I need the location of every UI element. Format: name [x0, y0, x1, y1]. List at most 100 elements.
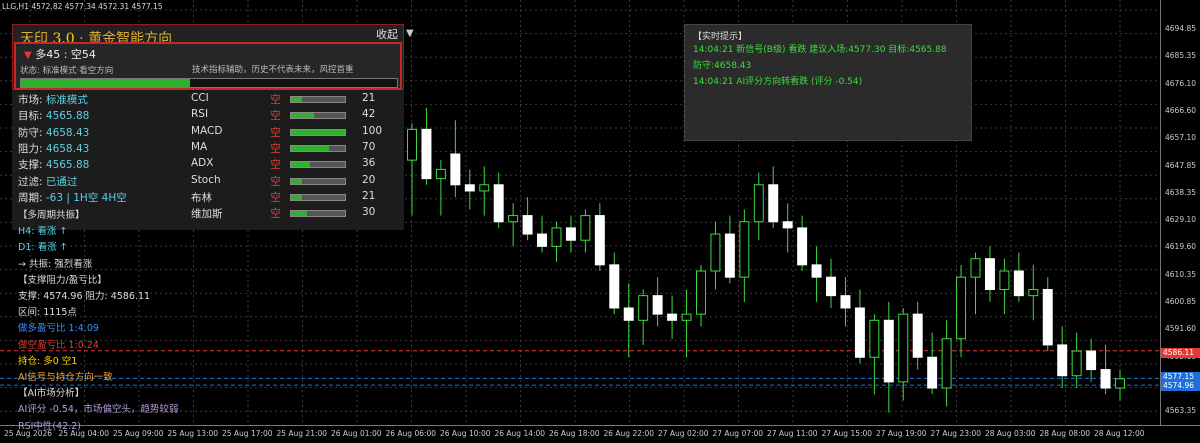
time-axis-label: 27 Aug 11:00: [767, 429, 818, 438]
candle-body: [1042, 288, 1053, 346]
time-axis[interactable]: 25 Aug 2026 25 Aug 04:00 25 Aug 09:00 25 Au…: [0, 425, 1200, 443]
indicator-bar: [290, 177, 346, 185]
time-axis-label: 26 Aug 06:00: [385, 429, 437, 438]
data-row-value: -63 | 1H空 4H空: [45, 191, 127, 204]
candle-body: [1071, 350, 1082, 377]
data-row: 市场: 标准模式: [18, 92, 88, 108]
indicator-value: 42: [362, 108, 376, 121]
indicator-bar: [290, 128, 346, 136]
candle-body: [537, 233, 548, 247]
data-row-label: 周期:: [18, 191, 46, 204]
indicator-name: ADX: [191, 157, 214, 170]
candle-body: [984, 258, 995, 290]
time-axis-label: 27 Aug 19:00: [876, 429, 927, 438]
candle-body: [479, 184, 490, 192]
candle-body: [797, 227, 808, 266]
price-axis-label: 4657.10: [1165, 133, 1197, 143]
candle-body: [710, 233, 721, 272]
analysis-line: 做空盈亏比 1:0.24: [18, 339, 99, 351]
realtime-panel: 【实时提示】 14:04:21 新信号(B级) 看跌 建议入场:4577.30 …: [684, 24, 972, 141]
indicator-direction: 空: [270, 158, 281, 172]
candle-body: [782, 221, 793, 229]
data-row-label: 支撑:: [18, 159, 46, 172]
analysis-line: RSI中性(42.2): [18, 420, 81, 432]
realtime-title: 【实时提示】: [693, 32, 748, 42]
candle-body: [1100, 369, 1111, 389]
indicator-bar: [290, 112, 346, 120]
candle-body: [753, 184, 764, 223]
indicator-direction: 空: [270, 109, 281, 123]
analysis-line: 【支撑阻力/盈亏比】: [18, 274, 107, 286]
price-tag: 4574.96: [1161, 381, 1200, 391]
analysis-line: 区间: 1115点: [18, 307, 77, 319]
indicator-bar-fill: [291, 97, 303, 102]
candle-body: [912, 313, 923, 358]
candle-body: [941, 338, 952, 389]
indicator-name: RSI: [191, 108, 209, 121]
price-axis-label: 4694.85: [1165, 24, 1197, 33]
candle-body: [464, 184, 475, 192]
price-axis-label: 4563.35: [1165, 406, 1197, 416]
indicator-bar-fill: [291, 194, 303, 200]
candle-body: [435, 168, 446, 180]
indicator-bar-fill: [291, 129, 345, 135]
indicator-direction: 空: [270, 125, 281, 139]
data-row: 支撑: 4565.88: [18, 157, 89, 173]
time-axis-label: 25 Aug 17:00: [222, 429, 273, 438]
time-axis-label: 25 Aug 21:00: [276, 429, 328, 438]
candle-body: [927, 356, 938, 389]
candle-body: [826, 276, 836, 297]
data-row-label: 目标:: [18, 110, 46, 123]
data-row-label: 市场:: [18, 94, 46, 106]
time-axis-label: 28 Aug 08:00: [1039, 429, 1091, 438]
indicator-name: MACD: [191, 124, 223, 137]
indicator-bar: [290, 193, 346, 201]
candle-body: [652, 295, 663, 315]
candle-body: [522, 215, 533, 235]
data-row-value: 4658.43: [45, 126, 90, 139]
time-axis-label: 27 Aug 02:00: [658, 429, 709, 438]
indicator-bar: [290, 161, 346, 169]
time-axis-label: 28 Aug 12:00: [1094, 429, 1145, 438]
indicator-bar: [290, 210, 346, 218]
candle-body: [407, 128, 417, 161]
analysis-line: 持仓: 多0 空1: [18, 355, 78, 367]
candle-body: [609, 264, 620, 309]
indicator-bar-fill: [291, 162, 311, 168]
analysis-line: → 共振: 强烈看涨: [18, 258, 93, 270]
candle-body: [580, 215, 591, 241]
indicator-direction: 空: [270, 174, 281, 188]
candle-body: [811, 264, 822, 278]
indicator-value: 20: [362, 173, 376, 186]
data-row: 阻力: 4658.43: [18, 141, 89, 157]
candle-body: [854, 307, 865, 358]
analysis-line: D1: 看涨 ↑: [18, 242, 68, 254]
realtime-line: 防守:4658.43: [693, 61, 752, 71]
time-axis-label: 28 Aug 03:00: [985, 429, 1036, 438]
price-axis[interactable]: 4694.85 4685.35 4676.10 4666.60 4657.10 4647.…: [1160, 0, 1200, 425]
candle-body: [421, 128, 432, 180]
candle-body: [508, 215, 519, 223]
candle-body: [667, 313, 678, 321]
indicator-name: CCI: [191, 92, 209, 104]
indicator-bar: [290, 144, 346, 152]
candle-body: [768, 184, 779, 223]
candle-body: [1028, 288, 1039, 297]
candle-body: [999, 270, 1010, 290]
symbol-info: LLG,H1 4572.82 4577.34 4572.31 4577.15: [2, 2, 163, 11]
price-tag: 4586.11: [1161, 348, 1200, 358]
indicator-bar-fill: [291, 211, 308, 217]
candle-body: [1013, 270, 1024, 297]
candle-body: [696, 270, 706, 315]
down-triangle-icon: ▼: [24, 50, 32, 61]
analysis-line: 【AI市场分析】: [18, 388, 85, 400]
time-axis-label: 26 Aug 10:00: [440, 429, 491, 438]
candle-body: [970, 258, 981, 278]
data-row-value: 已通过: [45, 175, 78, 188]
analysis-line: H4: 看涨 ↑: [18, 226, 68, 238]
time-axis-label: 25 Aug 09:00: [113, 429, 164, 438]
chevron-down-icon[interactable]: ▼: [406, 28, 414, 39]
collapse-button[interactable]: 收起: [376, 26, 398, 42]
indicator-direction: 空: [270, 207, 281, 221]
analysis-line: 【多周期共振】: [18, 210, 85, 221]
